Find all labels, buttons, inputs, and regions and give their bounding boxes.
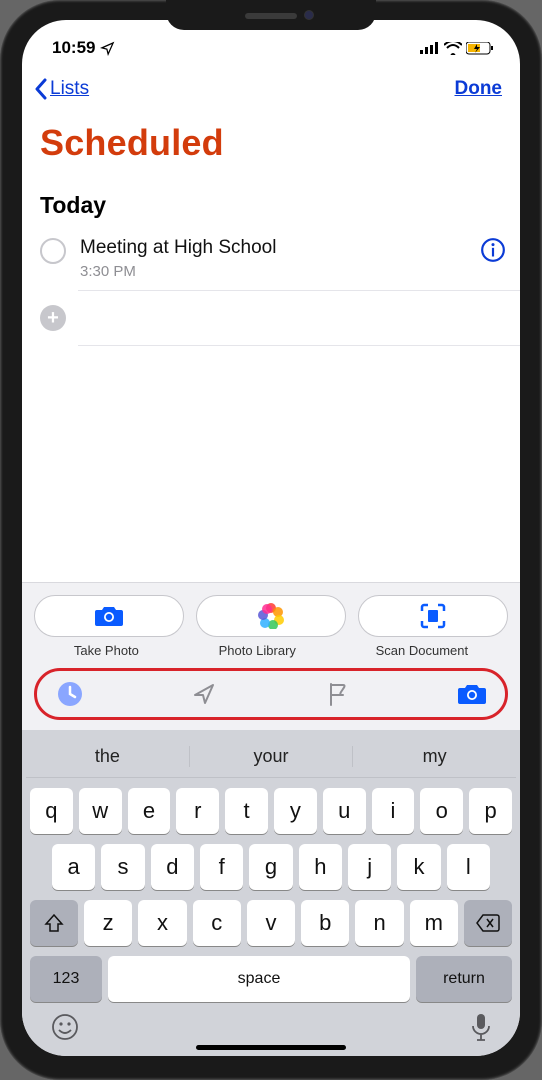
suggestion-2[interactable]: your bbox=[190, 746, 354, 767]
key-row-4: 123 space return bbox=[26, 956, 516, 1002]
emoji-icon[interactable] bbox=[50, 1012, 80, 1042]
key-n[interactable]: n bbox=[355, 900, 403, 946]
camera-button[interactable] bbox=[457, 679, 487, 709]
time-button[interactable] bbox=[55, 679, 85, 709]
home-indicator[interactable] bbox=[196, 1045, 346, 1050]
take-photo-button[interactable] bbox=[34, 595, 184, 637]
key-b[interactable]: b bbox=[301, 900, 349, 946]
key-x[interactable]: x bbox=[138, 900, 186, 946]
reminder-toolbar bbox=[34, 668, 508, 720]
key-i[interactable]: i bbox=[372, 788, 415, 834]
key-j[interactable]: j bbox=[348, 844, 391, 890]
key-g[interactable]: g bbox=[249, 844, 292, 890]
back-button[interactable]: Lists bbox=[34, 78, 89, 100]
mic-icon[interactable] bbox=[470, 1012, 492, 1042]
key-backspace[interactable] bbox=[464, 900, 512, 946]
shift-icon bbox=[44, 913, 64, 933]
keyboard: the your my q w e r t y u i o p a s d f bbox=[22, 730, 520, 1056]
key-p[interactable]: p bbox=[469, 788, 512, 834]
key-return[interactable]: return bbox=[416, 956, 512, 1002]
done-button[interactable]: Done bbox=[455, 78, 503, 100]
key-s[interactable]: s bbox=[101, 844, 144, 890]
back-label: Lists bbox=[50, 78, 89, 100]
key-row-2: a s d f g h j k l bbox=[26, 844, 516, 890]
key-e[interactable]: e bbox=[128, 788, 171, 834]
key-z[interactable]: z bbox=[84, 900, 132, 946]
speaker bbox=[245, 13, 297, 19]
plus-circle-icon: + bbox=[40, 305, 66, 331]
key-l[interactable]: l bbox=[447, 844, 490, 890]
key-w[interactable]: w bbox=[79, 788, 122, 834]
key-d[interactable]: d bbox=[151, 844, 194, 890]
key-o[interactable]: o bbox=[420, 788, 463, 834]
suggestion-bar: the your my bbox=[26, 736, 516, 778]
key-space[interactable]: space bbox=[108, 956, 410, 1002]
scan-icon bbox=[420, 603, 446, 629]
battery-icon bbox=[466, 42, 494, 55]
key-v[interactable]: v bbox=[247, 900, 295, 946]
key-a[interactable]: a bbox=[52, 844, 95, 890]
clock-icon bbox=[56, 680, 84, 708]
notch bbox=[166, 0, 376, 30]
photos-icon bbox=[258, 603, 284, 629]
key-r[interactable]: r bbox=[176, 788, 219, 834]
photo-library-label: Photo Library bbox=[219, 643, 296, 658]
front-camera bbox=[304, 10, 314, 20]
nav-arrow-icon bbox=[191, 681, 217, 707]
key-shift[interactable] bbox=[30, 900, 78, 946]
key-y[interactable]: y bbox=[274, 788, 317, 834]
key-c[interactable]: c bbox=[193, 900, 241, 946]
cellular-icon bbox=[420, 42, 440, 54]
device-frame: 10:59 Lists Done Scheduled Today bbox=[0, 0, 542, 1080]
flag-icon bbox=[326, 681, 350, 707]
backspace-icon bbox=[476, 914, 500, 932]
take-photo-label: Take Photo bbox=[74, 643, 139, 658]
page-title: Scheduled bbox=[22, 104, 520, 170]
reminder-row[interactable]: Meeting at High School 3:30 PM bbox=[22, 227, 520, 290]
wifi-icon bbox=[444, 42, 462, 55]
location-arrow-icon bbox=[100, 41, 115, 56]
reminder-time: 3:30 PM bbox=[80, 263, 472, 280]
scan-document-label: Scan Document bbox=[376, 643, 469, 658]
add-reminder-row[interactable]: + bbox=[22, 291, 520, 345]
completion-circle[interactable] bbox=[40, 238, 66, 264]
nav-bar: Lists Done bbox=[22, 70, 520, 104]
key-row-1: q w e r t y u i o p bbox=[26, 788, 516, 834]
status-bar: 10:59 bbox=[22, 26, 520, 70]
key-q[interactable]: q bbox=[30, 788, 73, 834]
screen: 10:59 Lists Done Scheduled Today bbox=[22, 20, 520, 1056]
key-row-3: z x c v b n m bbox=[26, 900, 516, 946]
key-123[interactable]: 123 bbox=[30, 956, 102, 1002]
info-icon[interactable] bbox=[480, 237, 506, 263]
location-button[interactable] bbox=[189, 679, 219, 709]
camera-fill-icon bbox=[457, 682, 487, 706]
chevron-left-icon bbox=[34, 78, 48, 100]
key-k[interactable]: k bbox=[397, 844, 440, 890]
status-time: 10:59 bbox=[52, 38, 95, 58]
key-f[interactable]: f bbox=[200, 844, 243, 890]
key-h[interactable]: h bbox=[299, 844, 342, 890]
key-u[interactable]: u bbox=[323, 788, 366, 834]
key-m[interactable]: m bbox=[410, 900, 458, 946]
attachment-panel: Take Photo Photo Library Scan Document bbox=[22, 582, 520, 730]
suggestion-3[interactable]: my bbox=[353, 746, 516, 767]
suggestion-1[interactable]: the bbox=[26, 746, 190, 767]
key-t[interactable]: t bbox=[225, 788, 268, 834]
reminder-title: Meeting at High School bbox=[80, 237, 472, 259]
flag-button[interactable] bbox=[323, 679, 353, 709]
section-header-today: Today bbox=[22, 170, 520, 227]
camera-icon bbox=[94, 605, 124, 627]
scan-document-button[interactable] bbox=[358, 595, 508, 637]
photo-library-button[interactable] bbox=[196, 595, 346, 637]
